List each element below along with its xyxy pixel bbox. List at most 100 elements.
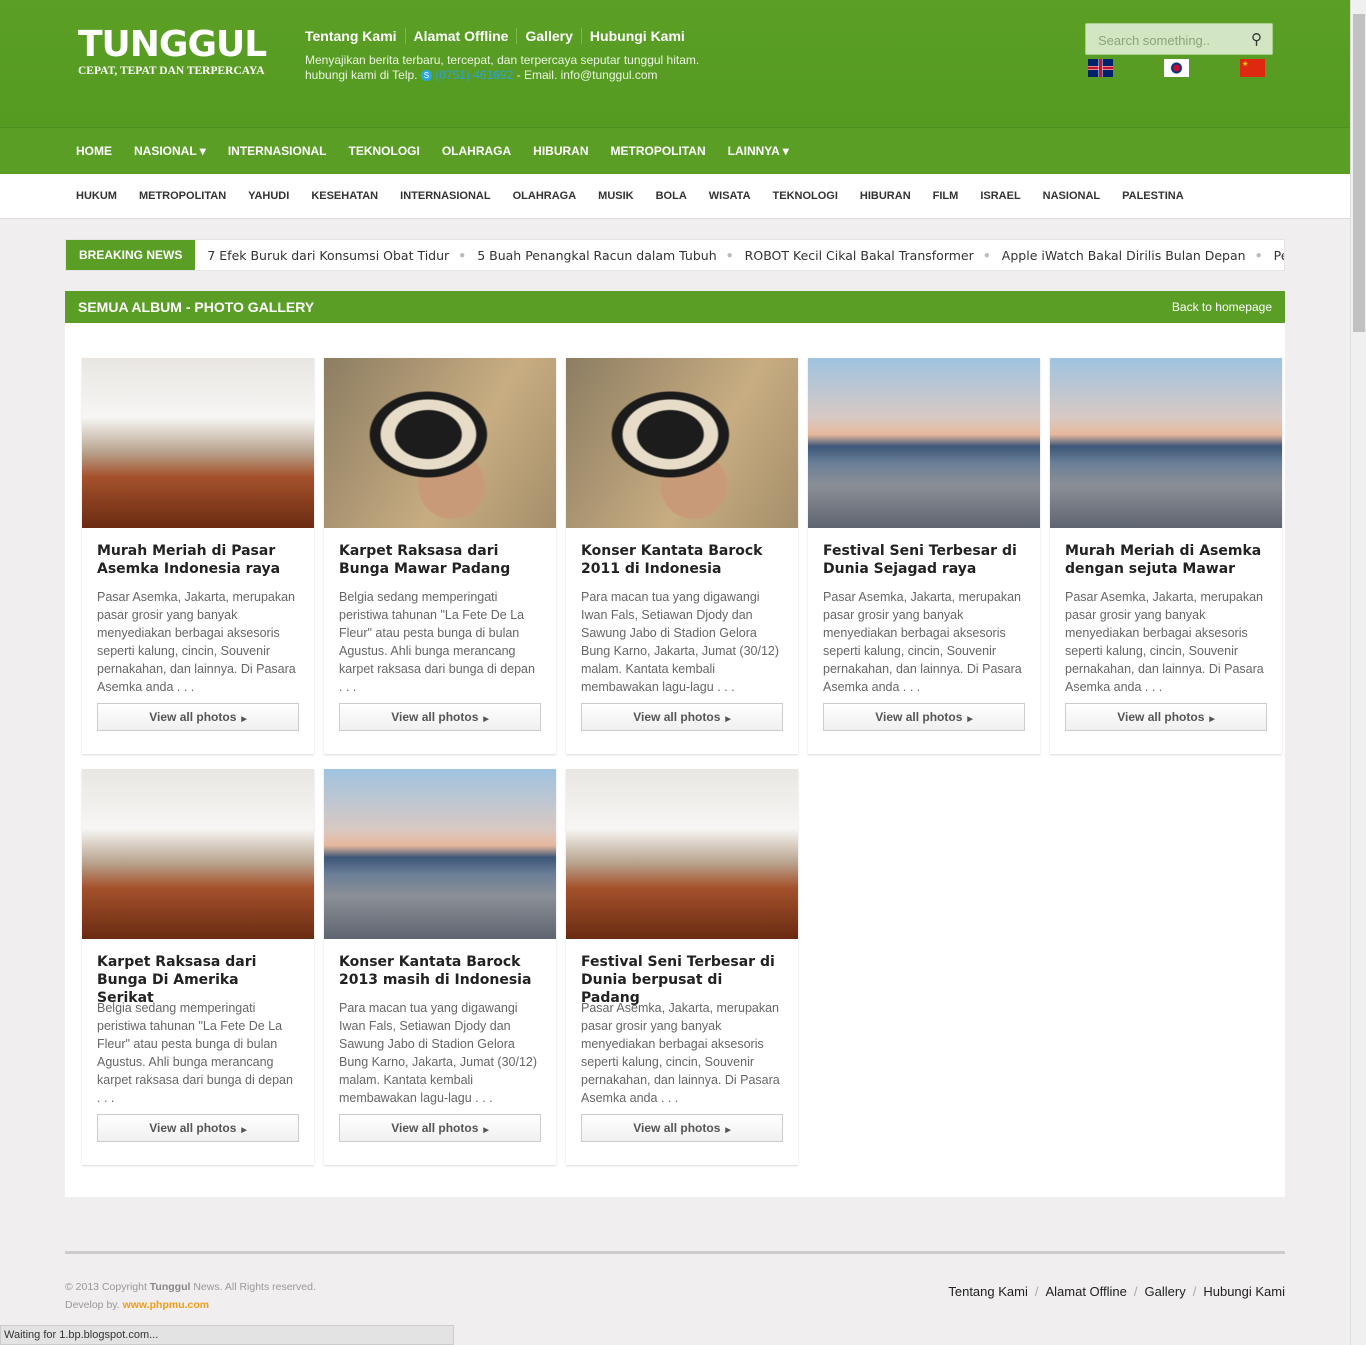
top-link-gallery[interactable]: Gallery [516, 28, 580, 44]
korea-flag-icon[interactable] [1164, 59, 1189, 77]
subnav-item[interactable]: KESEHATAN [311, 190, 378, 202]
gallery-panel: Murah Meriah di Pasar Asemka Indonesia r… [65, 323, 1285, 1197]
album-description: Pasar Asemka, Jakarta, merupakan pasar g… [581, 1001, 780, 1105]
album-title[interactable]: Festival Seni Terbesar di Dunia berpusat… [581, 953, 783, 1006]
subnav-item[interactable]: FILM [933, 190, 959, 202]
album-description: Belgia sedang memperingati peristiwa tah… [339, 590, 535, 694]
view-all-photos-button[interactable]: View all photos ▶ [823, 703, 1025, 731]
header: TUNGGUL CEPAT, TEPAT DAN TERPERCAYA Tent… [0, 0, 1350, 128]
album-card: Festival Seni Terbesar di Dunia berpusat… [566, 769, 798, 1165]
footer-link-alamat[interactable]: Alamat Offline [1045, 1284, 1126, 1299]
developer-link[interactable]: www.phpmu.com [123, 1299, 210, 1311]
top-links: Tentang Kami Alamat Offline Gallery Hubu… [305, 28, 693, 44]
album-description: Pasar Asemka, Jakarta, merupakan pasar g… [97, 590, 296, 694]
breaking-item[interactable]: Apple iWatch Bakal Dirilis Bulan Depan [1002, 248, 1246, 263]
view-all-photos-button[interactable]: View all photos ▶ [1065, 703, 1267, 731]
album-description: Pasar Asemka, Jakarta, merupakan pasar g… [1065, 590, 1264, 694]
footer-link-tentang[interactable]: Tentang Kami [948, 1284, 1028, 1299]
footer-divider [65, 1251, 1285, 1254]
footer-link-gallery[interactable]: Gallery [1145, 1284, 1186, 1299]
arrow-right-icon: ▶ [483, 1127, 489, 1134]
breaking-item[interactable]: 7 Efek Buruk dari Konsumsi Obat Tidur [207, 248, 449, 263]
nav-lainnya[interactable]: LAINNYA ▾ [728, 144, 789, 158]
arrow-right-icon: ▶ [1209, 716, 1215, 723]
album-thumbnail[interactable] [82, 358, 314, 528]
subnav-item[interactable]: METROPOLITAN [139, 190, 226, 202]
subnav-item[interactable]: MUSIK [598, 190, 633, 202]
album-card: Karpet Raksasa dari Bunga Mawar Padang B… [324, 358, 556, 754]
bullet-icon: ● [459, 249, 466, 261]
album-card: Konser Kantata Barock 2011 di Indonesia … [566, 358, 798, 754]
sub-nav: HUKUM METROPOLITAN YAHUDI KESEHATAN INTERNAS… [0, 174, 1350, 219]
nav-internasional[interactable]: INTERNASIONAL [228, 144, 327, 158]
album-thumbnail[interactable] [82, 769, 314, 939]
nav-teknologi[interactable]: TEKNOLOGI [348, 144, 419, 158]
search-input[interactable]: Search something.. ⚲ [1085, 23, 1273, 55]
album-thumbnail[interactable] [324, 358, 556, 528]
footer-link-hubungi[interactable]: Hubungi Kami [1203, 1284, 1285, 1299]
subnav-item[interactable]: HUKUM [76, 190, 117, 202]
breaking-item[interactable]: 5 Buah Penangkal Racun dalam Tubuh [477, 248, 716, 263]
subnav-item[interactable]: PALESTINA [1122, 190, 1184, 202]
view-all-photos-button[interactable]: View all photos ▶ [581, 703, 783, 731]
subnav-item[interactable]: TEKNOLOGI [773, 190, 838, 202]
top-link-hubungi[interactable]: Hubungi Kami [580, 28, 693, 44]
breaking-item[interactable]: ROBOT Kecil Cikal Bakal Transformer [745, 248, 974, 263]
breaking-item[interactable]: Pentax Q-S [1274, 248, 1284, 263]
subnav-item[interactable]: NASIONAL [1043, 190, 1100, 202]
album-card: Murah Meriah di Asemka dengan sejuta Maw… [1050, 358, 1282, 754]
album-thumbnail[interactable] [1050, 358, 1282, 528]
album-title[interactable]: Karpet Raksasa dari Bunga Mawar Padang [339, 542, 541, 578]
bullet-icon: ● [983, 249, 990, 261]
album-title[interactable]: Festival Seni Terbesar di Dunia Sejagad … [823, 542, 1025, 578]
phone-link[interactable]: (0751) 461692 [435, 68, 513, 82]
subnav-item[interactable]: ISRAEL [980, 190, 1020, 202]
tagline: Menyajikan berita terbaru, tercepat, dan… [305, 53, 700, 82]
uk-flag-icon[interactable] [1088, 59, 1113, 77]
nav-olahraga[interactable]: OLAHRAGA [442, 144, 511, 158]
arrow-right-icon: ▶ [241, 1127, 247, 1134]
album-title[interactable]: Murah Meriah di Pasar Asemka Indonesia r… [97, 542, 299, 578]
subnav-item[interactable]: YAHUDI [248, 190, 289, 202]
album-card: Murah Meriah di Pasar Asemka Indonesia r… [82, 358, 314, 754]
album-thumbnail[interactable] [566, 769, 798, 939]
nav-home[interactable]: HOME [76, 144, 112, 158]
subnav-item[interactable]: BOLA [656, 190, 687, 202]
view-all-photos-button[interactable]: View all photos ▶ [339, 1114, 541, 1142]
subnav-item[interactable]: INTERNASIONAL [400, 190, 490, 202]
main-nav: HOME NASIONAL ▾ INTERNASIONAL TEKNOLOGI … [0, 128, 1350, 174]
breaking-news-ticker: BREAKING NEWS 7 Efek Buruk dari Konsumsi… [65, 239, 1285, 271]
top-link-tentang[interactable]: Tentang Kami [305, 28, 405, 44]
nav-metropolitan[interactable]: METROPOLITAN [611, 144, 706, 158]
view-all-photos-button[interactable]: View all photos ▶ [339, 703, 541, 731]
view-all-photos-button[interactable]: View all photos ▶ [97, 1114, 299, 1142]
subnav-item[interactable]: WISATA [709, 190, 751, 202]
album-title[interactable]: Karpet Raksasa dari Bunga Di Amerika Ser… [97, 953, 299, 1006]
back-to-homepage-link[interactable]: Back to homepage [1172, 300, 1272, 314]
subnav-item[interactable]: HIBURAN [860, 190, 911, 202]
arrow-right-icon: ▶ [241, 716, 247, 723]
arrow-right-icon: ▶ [967, 716, 973, 723]
album-description: Belgia sedang memperingati peristiwa tah… [97, 1001, 293, 1105]
scrollbar-thumb[interactable] [1353, 14, 1365, 332]
album-title[interactable]: Konser Kantata Barock 2013 masih di Indo… [339, 953, 541, 989]
nav-nasional[interactable]: NASIONAL ▾ [134, 144, 206, 158]
nav-hiburan[interactable]: HIBURAN [533, 144, 588, 158]
album-thumbnail[interactable] [566, 358, 798, 528]
search-icon[interactable]: ⚲ [1251, 30, 1262, 48]
browser-status-bar: Waiting for 1.bp.blogspot.com... [0, 1325, 454, 1345]
china-flag-icon[interactable]: ★ [1240, 59, 1265, 77]
album-thumbnail[interactable] [808, 358, 1040, 528]
logo[interactable]: TUNGGUL CEPAT, TEPAT DAN TERPERCAYA [78, 26, 267, 78]
album-card: Konser Kantata Barock 2013 masih di Indo… [324, 769, 556, 1165]
view-all-photos-button[interactable]: View all photos ▶ [581, 1114, 783, 1142]
album-title[interactable]: Murah Meriah di Asemka dengan sejuta Maw… [1065, 542, 1267, 578]
album-title[interactable]: Konser Kantata Barock 2011 di Indonesia [581, 542, 783, 578]
top-link-alamat[interactable]: Alamat Offline [404, 28, 517, 44]
subnav-item[interactable]: OLAHRAGA [513, 190, 577, 202]
arrow-right-icon: ▶ [483, 716, 489, 723]
album-thumbnail[interactable] [324, 769, 556, 939]
view-all-photos-button[interactable]: View all photos ▶ [97, 703, 299, 731]
scrollbar[interactable] [1350, 0, 1366, 1345]
album-description: Para macan tua yang digawangi Iwan Fals,… [339, 1001, 538, 1105]
